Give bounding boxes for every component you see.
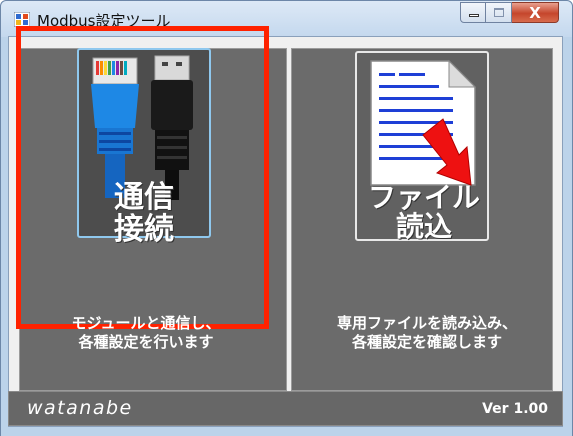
comm-description-line1: モジュールと通信し、 xyxy=(71,314,221,332)
brand-logo: watanabe xyxy=(27,397,133,419)
close-icon: X xyxy=(529,4,541,22)
comm-icon-caption: 通信 接続 xyxy=(79,182,209,245)
close-button[interactable]: X xyxy=(512,2,559,23)
app-icon xyxy=(14,12,30,27)
version-label: Ver 1.00 xyxy=(482,401,548,417)
comm-caption-line2: 接続 xyxy=(114,211,174,247)
file-description: 専用ファイルを読み込み、 各種設定を確認します xyxy=(300,314,554,352)
window-frame-bottom xyxy=(1,428,572,436)
comm-caption-line1: 通信 xyxy=(114,180,174,215)
maximize-icon xyxy=(494,8,504,17)
minimize-icon xyxy=(469,14,479,17)
file-load-button[interactable]: ファイル 読込 xyxy=(355,51,489,242)
file-description-line1: 専用ファイルを読み込み、 xyxy=(336,314,517,332)
status-footer: watanabe Ver 1.00 xyxy=(8,391,563,426)
minimize-button[interactable] xyxy=(460,2,486,23)
maximize-button[interactable] xyxy=(486,2,512,23)
file-caption-line2: 読込 xyxy=(395,210,452,244)
comm-description-line2: 各種設定を行います xyxy=(78,333,214,351)
comm-description: モジュールと通信し、 各種設定を行います xyxy=(36,314,256,352)
caption-buttons: X xyxy=(460,2,559,25)
file-description-line2: 各種設定を確認します xyxy=(351,333,502,351)
comm-connect-button[interactable]: 通信 接続 xyxy=(77,48,211,245)
file-caption-line1: ファイル xyxy=(367,181,480,214)
file-icon-caption: ファイル 読込 xyxy=(351,183,497,242)
